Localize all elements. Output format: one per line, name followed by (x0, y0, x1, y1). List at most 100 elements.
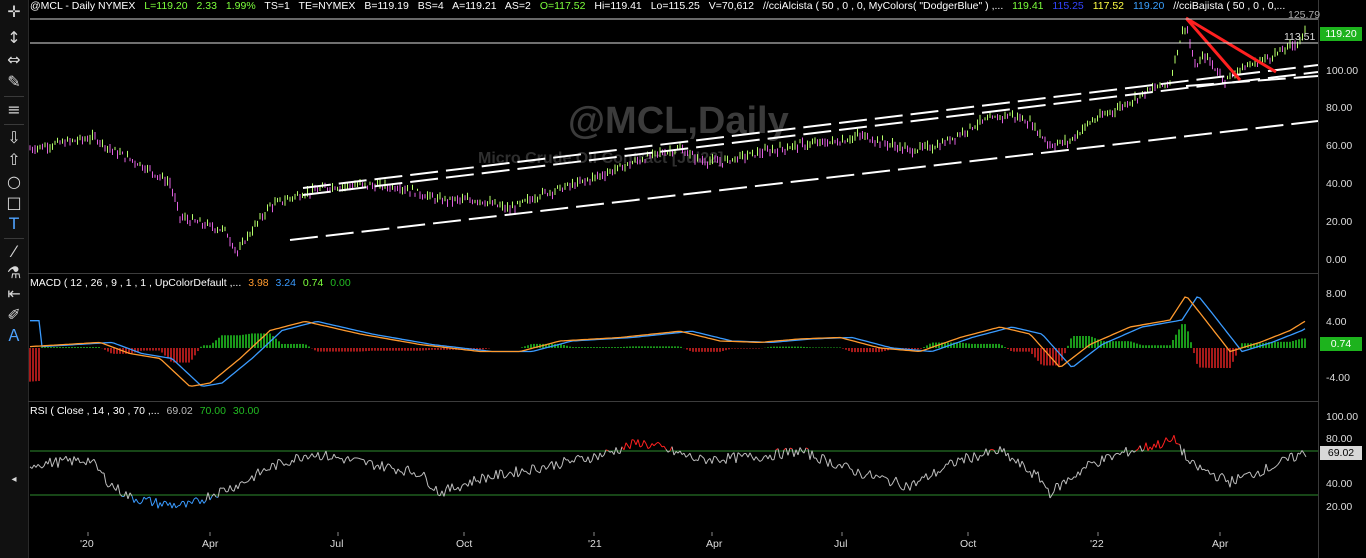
rsi-line-segment (785, 447, 789, 456)
rsi-line-segment (1235, 474, 1239, 485)
rsi-line-segment (73, 456, 77, 461)
rsi-line-segment (581, 456, 585, 462)
rsi-line-segment (247, 478, 251, 482)
rsi-line-segment (577, 454, 581, 458)
price-tick: 125.79 (1288, 9, 1321, 21)
rsi-line-segment (351, 457, 355, 461)
rsi-line-segment (1275, 464, 1279, 467)
rsi-line-segment (1295, 452, 1299, 461)
rsi-line-segment (479, 473, 483, 484)
macd-label: MACD ( 12 , 26 , 9 , 1 , 1 , UpColorDefa… (30, 277, 242, 289)
rsi-line-segment (379, 461, 383, 470)
rsi-line-segment (629, 439, 633, 449)
rsi-line-segment (805, 447, 809, 450)
rsi-line-segment (175, 505, 179, 509)
rsi-line-segment (675, 451, 679, 454)
rsi-line-segment (149, 497, 153, 507)
rsi-line-segment (151, 502, 155, 507)
rsi-line-segment (943, 463, 947, 469)
rsi-line-segment (989, 448, 993, 451)
rsi-line-segment (1189, 459, 1193, 465)
rsi-line-segment (205, 492, 209, 501)
rsi-line-segment (1179, 444, 1183, 456)
rsi-line-segment (713, 455, 717, 458)
rsi-line-segment (531, 464, 535, 466)
rsi-line-segment (555, 461, 559, 467)
rsi-line-segment (811, 450, 815, 459)
rsi-line-segment (1079, 468, 1083, 476)
rsi-line-segment (737, 452, 741, 455)
rsi-line-segment (257, 468, 261, 476)
rsi-line-segment (1059, 481, 1063, 491)
bid-size-field: BS=4 (417, 0, 444, 12)
rsi-line-segment (197, 499, 201, 505)
rsi-line-segment (451, 483, 455, 490)
rsi-line-segment (659, 443, 663, 448)
rsi-line-segment (525, 470, 529, 474)
rsi-tick: 20.00 (1326, 501, 1353, 513)
rsi-line-segment (517, 473, 521, 478)
rsi-line-segment (1165, 437, 1169, 442)
pane-divider[interactable] (28, 401, 1318, 402)
rsi-line-segment (1277, 461, 1281, 465)
rsi-line-segment (1199, 464, 1203, 470)
rsi-line-segment (1177, 443, 1181, 445)
rsi-line-segment (903, 482, 907, 491)
rsi-line-segment (815, 457, 819, 463)
rsi-line-segment (869, 470, 873, 479)
rsi-line-segment (1031, 469, 1035, 478)
pane-divider[interactable] (28, 273, 1318, 274)
rsi-line-segment (399, 471, 403, 473)
rsi-line-segment (827, 458, 831, 467)
rsi-line-segment (349, 459, 353, 462)
rsi-line-segment (573, 456, 577, 463)
high-field: Hi=119.41 (594, 0, 642, 12)
rsi-line-segment (749, 452, 753, 458)
rsi-line-segment (297, 455, 301, 461)
rsi-line-segment (1147, 446, 1151, 451)
rsi-line-segment (163, 500, 167, 503)
rsi-line-segment (605, 449, 609, 452)
rsi-line-segment (1161, 442, 1165, 448)
rsi-line-segment (697, 454, 701, 461)
rsi-line-segment (929, 475, 933, 478)
macd-tick: -4.00 (1326, 372, 1350, 384)
net-change: 2.33 (196, 0, 217, 12)
rsi-line-segment (1125, 447, 1129, 457)
ask-field: A=119.21 (452, 0, 497, 12)
rsi-line-segment (1109, 455, 1113, 461)
rsi-line-segment (391, 467, 395, 470)
rsi-line-segment (333, 453, 337, 459)
rsi-line-segment (515, 466, 519, 478)
macd-tick: 4.00 (1326, 316, 1347, 328)
price-axis[interactable] (1318, 0, 1366, 558)
rsi-line-segment (49, 457, 53, 468)
rsi-line-segment (165, 501, 169, 506)
rsi-line-segment (835, 464, 839, 469)
rsi-line-segment (289, 459, 293, 466)
rsi-line-segment (157, 502, 161, 509)
rsi-line-segment (427, 485, 431, 489)
rsi-line-segment (503, 476, 507, 479)
rsi-line-segment (185, 500, 189, 508)
rsi-line-segment (601, 454, 605, 458)
rsi-line-segment (365, 460, 369, 466)
rsi-line-segment (1043, 483, 1047, 489)
rsi-line-segment (881, 475, 885, 478)
date-label: Jul (834, 538, 848, 550)
rsi-line-segment (791, 448, 795, 457)
price-tick: 113.51 (1284, 31, 1316, 43)
rsi-line-segment (1047, 488, 1051, 499)
rsi-line-segment (331, 453, 335, 460)
last-price-tag: 119.20 (1320, 27, 1362, 41)
price-tick: 40.00 (1326, 178, 1353, 190)
rsi-line-segment (283, 463, 287, 466)
macd-value-tag: 0.74 (1320, 337, 1362, 351)
rsi-line-segment (587, 456, 591, 464)
rsi-line-segment (551, 461, 555, 470)
rsi-line-segment (55, 457, 59, 468)
rsi-line-segment (413, 472, 417, 477)
rsi-line-segment (905, 482, 909, 487)
rsi-line-segment (735, 452, 739, 464)
rsi-line-segment (487, 474, 491, 479)
